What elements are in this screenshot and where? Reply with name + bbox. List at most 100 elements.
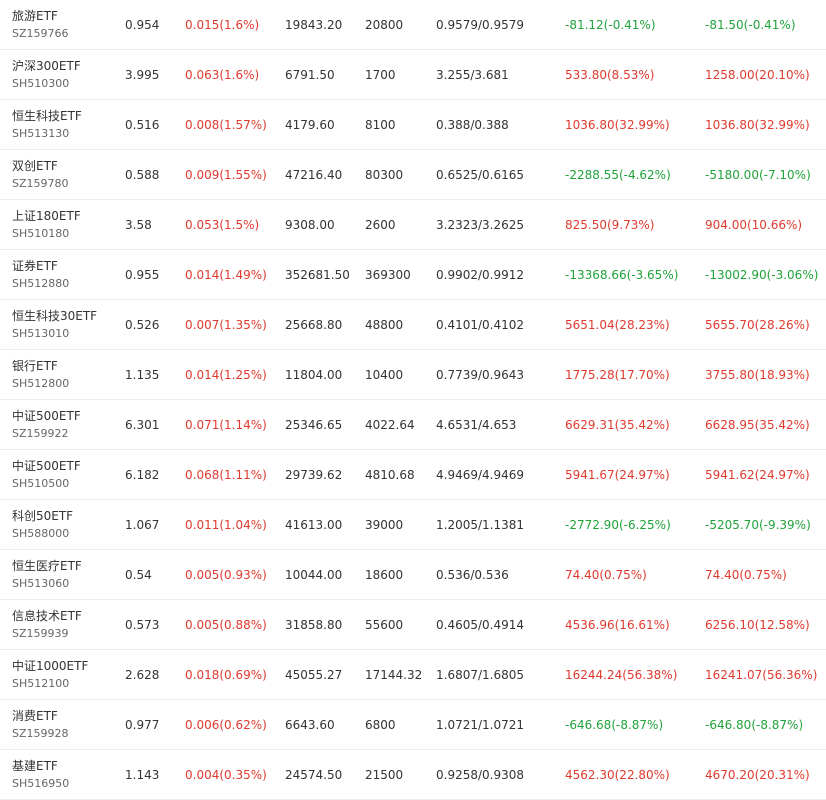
volume-cell: 4022.64 <box>365 399 436 450</box>
fund-name-cell[interactable]: 基建ETF SH516950 <box>0 749 125 800</box>
profit-cell: 5651.04(28.23%) <box>565 299 705 350</box>
table-row[interactable]: 中证500ETF SH510500 6.182 0.068(1.11%) 297… <box>0 449 826 500</box>
nav-cell: 3.255/3.681 <box>436 49 565 100</box>
table-row[interactable]: 沪深300ETF SH510300 3.995 0.063(1.6%) 6791… <box>0 49 826 100</box>
fund-name[interactable]: 中证500ETF <box>12 408 125 424</box>
table-row[interactable]: 银行ETF SH512800 1.135 0.014(1.25%) 11804.… <box>0 349 826 400</box>
price-cell: 0.526 <box>125 299 185 350</box>
volume-cell: 18600 <box>365 549 436 600</box>
price-cell: 2.628 <box>125 649 185 700</box>
fund-name[interactable]: 信息技术ETF <box>12 608 125 624</box>
total-profit-cell: 1258.00(20.10%) <box>705 49 826 100</box>
amount-cell: 352681.50 <box>285 249 365 300</box>
table-row[interactable]: 恒生医疗ETF SH513060 0.54 0.005(0.93%) 10044… <box>0 549 826 600</box>
total-profit-cell: 1036.80(32.99%) <box>705 99 826 150</box>
fund-name[interactable]: 恒生医疗ETF <box>12 558 125 574</box>
volume-cell: 8100 <box>365 99 436 150</box>
fund-name-cell[interactable]: 恒生医疗ETF SH513060 <box>0 549 125 600</box>
fund-name-cell[interactable]: 中证500ETF SZ159922 <box>0 399 125 450</box>
fund-name[interactable]: 中证500ETF <box>12 458 125 474</box>
table-row[interactable]: 科创50ETF SH588000 1.067 0.011(1.04%) 4161… <box>0 499 826 550</box>
fund-name[interactable]: 双创ETF <box>12 158 125 174</box>
nav-cell: 3.2323/3.2625 <box>436 199 565 250</box>
profit-cell: 825.50(9.73%) <box>565 199 705 250</box>
fund-name-cell[interactable]: 消费ETF SZ159928 <box>0 699 125 750</box>
fund-code: SH516950 <box>12 776 70 790</box>
fund-code: SH513010 <box>12 326 70 340</box>
table-row[interactable]: 消费ETF SZ159928 0.977 0.006(0.62%) 6643.6… <box>0 699 826 750</box>
fund-name[interactable]: 上证180ETF <box>12 208 125 224</box>
table-row[interactable]: 中证500ETF SZ159922 6.301 0.071(1.14%) 253… <box>0 399 826 450</box>
fund-name[interactable]: 证券ETF <box>12 258 125 274</box>
change-cell: 0.011(1.04%) <box>185 499 285 550</box>
fund-name-cell[interactable]: 科创50ETF SH588000 <box>0 499 125 550</box>
fund-code: SZ159766 <box>12 26 69 40</box>
fund-name-cell[interactable]: 上证180ETF SH510180 <box>0 199 125 250</box>
fund-code: SZ159928 <box>12 726 69 740</box>
fund-name-cell[interactable]: 中证1000ETF SH512100 <box>0 649 125 700</box>
volume-cell: 369300 <box>365 249 436 300</box>
profit-cell: 1036.80(32.99%) <box>565 99 705 150</box>
table-row[interactable]: 基建ETF SH516950 1.143 0.004(0.35%) 24574.… <box>0 749 826 800</box>
nav-cell: 0.536/0.536 <box>436 549 565 600</box>
fund-name[interactable]: 恒生科技ETF <box>12 108 125 124</box>
fund-name-cell[interactable]: 证券ETF SH512880 <box>0 249 125 300</box>
price-cell: 6.301 <box>125 399 185 450</box>
fund-code: SZ159922 <box>12 426 69 440</box>
table-row[interactable]: 恒生科技30ETF SH513010 0.526 0.007(1.35%) 25… <box>0 299 826 350</box>
fund-name-cell[interactable]: 旅游ETF SZ159766 <box>0 0 125 50</box>
amount-cell: 4179.60 <box>285 99 365 150</box>
change-cell: 0.005(0.93%) <box>185 549 285 600</box>
profit-cell: -2288.55(-4.62%) <box>565 149 705 200</box>
change-cell: 0.015(1.6%) <box>185 0 285 50</box>
fund-name[interactable]: 旅游ETF <box>12 8 125 24</box>
nav-cell: 0.9902/0.9912 <box>436 249 565 300</box>
total-profit-cell: 74.40(0.75%) <box>705 549 826 600</box>
total-profit-cell: 4670.20(20.31%) <box>705 749 826 800</box>
fund-code: SZ159939 <box>12 626 69 640</box>
fund-code: SH510180 <box>12 226 70 240</box>
table-row[interactable]: 旅游ETF SZ159766 0.954 0.015(1.6%) 19843.2… <box>0 0 826 50</box>
change-cell: 0.006(0.62%) <box>185 699 285 750</box>
table-row[interactable]: 信息技术ETF SZ159939 0.573 0.005(0.88%) 3185… <box>0 599 826 650</box>
amount-cell: 25668.80 <box>285 299 365 350</box>
price-cell: 0.954 <box>125 0 185 50</box>
profit-cell: -2772.90(-6.25%) <box>565 499 705 550</box>
fund-name-cell[interactable]: 沪深300ETF SH510300 <box>0 49 125 100</box>
amount-cell: 6643.60 <box>285 699 365 750</box>
nav-cell: 0.4101/0.4102 <box>436 299 565 350</box>
amount-cell: 10044.00 <box>285 549 365 600</box>
price-cell: 0.573 <box>125 599 185 650</box>
amount-cell: 19843.20 <box>285 0 365 50</box>
table-row[interactable]: 双创ETF SZ159780 0.588 0.009(1.55%) 47216.… <box>0 149 826 200</box>
table-row[interactable]: 恒生科技ETF SH513130 0.516 0.008(1.57%) 4179… <box>0 99 826 150</box>
volume-cell: 2600 <box>365 199 436 250</box>
fund-name-cell[interactable]: 银行ETF SH512800 <box>0 349 125 400</box>
change-cell: 0.063(1.6%) <box>185 49 285 100</box>
fund-name-cell[interactable]: 恒生科技ETF SH513130 <box>0 99 125 150</box>
fund-name[interactable]: 中证1000ETF <box>12 658 125 674</box>
table-row[interactable]: 证券ETF SH512880 0.955 0.014(1.49%) 352681… <box>0 249 826 300</box>
fund-name-cell[interactable]: 恒生科技30ETF SH513010 <box>0 299 125 350</box>
fund-name-cell[interactable]: 双创ETF SZ159780 <box>0 149 125 200</box>
fund-code: SH512100 <box>12 676 70 690</box>
fund-name[interactable]: 科创50ETF <box>12 508 125 524</box>
fund-name-cell[interactable]: 中证500ETF SH510500 <box>0 449 125 500</box>
change-cell: 0.053(1.5%) <box>185 199 285 250</box>
amount-cell: 9308.00 <box>285 199 365 250</box>
fund-name[interactable]: 沪深300ETF <box>12 58 125 74</box>
amount-cell: 45055.27 <box>285 649 365 700</box>
fund-name[interactable]: 基建ETF <box>12 758 125 774</box>
change-cell: 0.005(0.88%) <box>185 599 285 650</box>
nav-cell: 0.6525/0.6165 <box>436 149 565 200</box>
profit-cell: -81.12(-0.41%) <box>565 0 705 50</box>
table-row[interactable]: 中证1000ETF SH512100 2.628 0.018(0.69%) 45… <box>0 649 826 700</box>
profit-cell: -13368.66(-3.65%) <box>565 249 705 300</box>
fund-name[interactable]: 消费ETF <box>12 708 125 724</box>
table-row[interactable]: 上证180ETF SH510180 3.58 0.053(1.5%) 9308.… <box>0 199 826 250</box>
fund-name-cell[interactable]: 信息技术ETF SZ159939 <box>0 599 125 650</box>
profit-cell: 5941.67(24.97%) <box>565 449 705 500</box>
change-cell: 0.014(1.49%) <box>185 249 285 300</box>
fund-name[interactable]: 恒生科技30ETF <box>12 308 125 324</box>
fund-name[interactable]: 银行ETF <box>12 358 125 374</box>
